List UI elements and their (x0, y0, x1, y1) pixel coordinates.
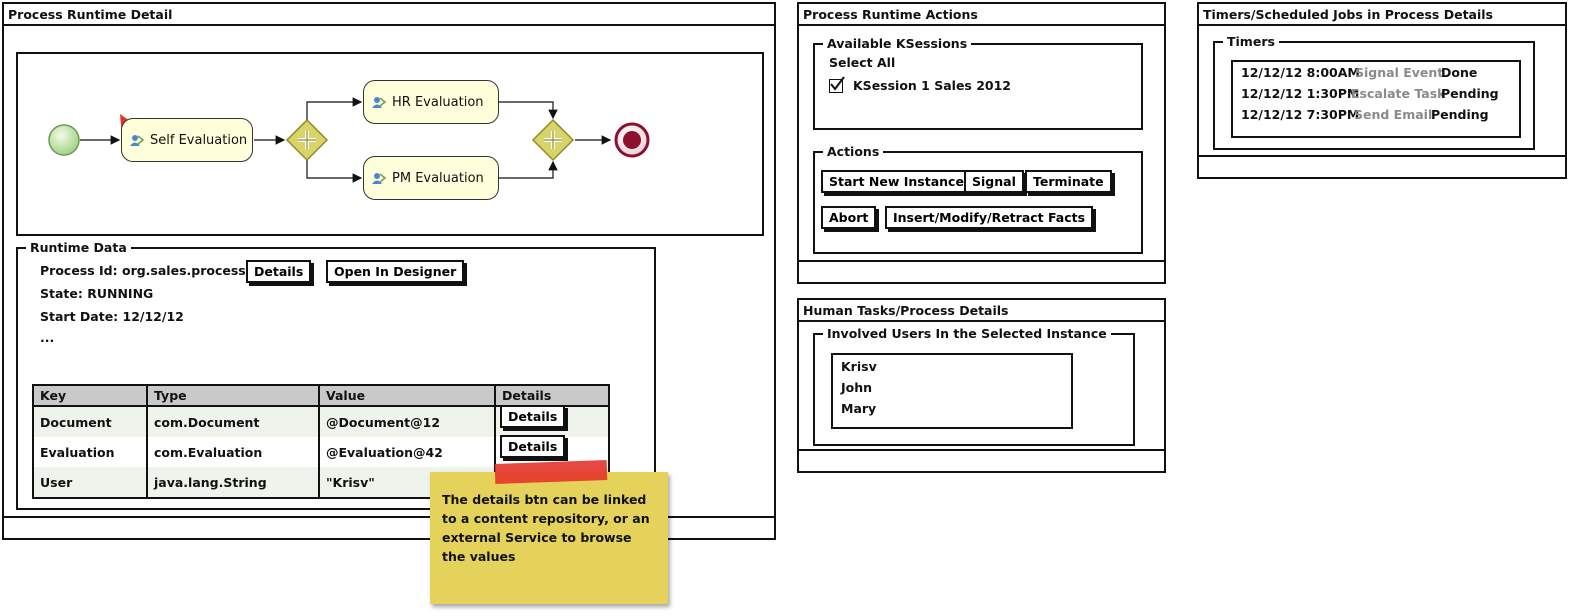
checkmark-icon (830, 76, 845, 91)
timers-list: 12/12/12 8:00AM Signal Event Done 12/12/… (1231, 60, 1521, 138)
row-details-button[interactable]: Details (500, 435, 566, 458)
table-header-row: Key Type Value Details (32, 384, 610, 407)
task-pm-evaluation[interactable]: PM Evaluation (363, 156, 499, 200)
timer-status: Done (1441, 65, 1478, 80)
start-date-text: Start Date: 12/12/12 (40, 309, 184, 324)
task-label: PM Evaluation (392, 170, 484, 186)
involved-users-legend: Involved Users In the Selected Instance (827, 326, 1107, 341)
state-text: State: RUNNING (40, 286, 154, 301)
ksession-checkbox[interactable] (829, 76, 845, 93)
sticky-note: The details btn can be linked to a conte… (430, 460, 668, 604)
open-in-designer-button[interactable]: Open In Designer (326, 260, 465, 283)
details-button[interactable]: Details (246, 260, 312, 283)
cell-key: User (32, 467, 148, 499)
abort-button[interactable]: Abort (821, 206, 877, 229)
process-id-text: Process Id: org.sales.process (40, 263, 246, 278)
select-all-link[interactable]: Select All (829, 55, 895, 70)
task-hr-evaluation[interactable]: HR Evaluation (363, 80, 499, 124)
cell-details: Details (494, 405, 610, 437)
signal-button[interactable]: Signal (964, 170, 1024, 193)
panel-title: Process Runtime Actions (799, 4, 1164, 26)
user-task-icon (130, 135, 144, 146)
panel-title: Human Tasks/Process Details (799, 300, 1164, 322)
note-tape (494, 460, 608, 484)
user-task-icon (372, 97, 386, 108)
actions-legend: Actions (827, 144, 880, 159)
column-header: Key (32, 384, 148, 407)
process-runtime-actions-panel: Process Runtime Actions Available KSessi… (797, 2, 1166, 284)
list-item[interactable]: Mary (841, 401, 876, 416)
cell-type: com.Evaluation (146, 437, 320, 467)
panel-footer (799, 449, 1164, 471)
timer-time: 12/12/12 8:00AM (1241, 65, 1360, 80)
panel-footer (799, 260, 1164, 282)
process-runtime-detail-panel: Process Runtime Detail Self Evaluation H… (2, 2, 776, 540)
task-self-evaluation[interactable]: Self Evaluation (121, 118, 253, 162)
timers-legend: Timers (1227, 34, 1275, 49)
column-header: Type (146, 384, 320, 407)
insert-modify-retract-facts-button[interactable]: Insert/Modify/Retract Facts (885, 206, 1094, 229)
start-new-instance-button[interactable]: Start New Instance (821, 170, 972, 193)
row-details-button[interactable]: Details (500, 405, 566, 428)
panel-footer (1199, 155, 1565, 177)
timer-time: 12/12/12 7:30PM (1241, 107, 1360, 122)
table-row: Document com.Document @Document@12 Detai… (32, 405, 610, 437)
human-tasks-panel: Human Tasks/Process Details Involved Use… (797, 298, 1166, 473)
cell-type: com.Document (146, 406, 320, 437)
timer-status: Pending (1431, 107, 1489, 122)
list-item[interactable]: Krisv (841, 359, 877, 374)
cell-value: @Evaluation@42 (318, 437, 496, 467)
list-item[interactable]: John (841, 380, 872, 395)
ksession-label: KSession 1 Sales 2012 (853, 78, 1012, 93)
task-label: HR Evaluation (392, 94, 484, 110)
timers-panel: Timers/Scheduled Jobs in Process Details… (1197, 2, 1567, 179)
timer-action: Signal Event (1355, 65, 1444, 80)
terminate-button[interactable]: Terminate (1025, 170, 1112, 193)
more-text: ... (40, 330, 55, 345)
process-diagram: Self Evaluation HR Evaluation PM Evaluat… (16, 52, 764, 236)
timer-action: Escalate Task (1351, 86, 1446, 101)
task-label: Self Evaluation (150, 132, 248, 148)
cell-type: java.lang.String (146, 467, 320, 499)
join-gateway (531, 118, 575, 162)
start-event (48, 124, 80, 156)
timer-time: 12/12/12 1:30PM (1241, 86, 1360, 101)
timer-status: Pending (1441, 86, 1499, 101)
runtime-data-legend: Runtime Data (30, 240, 127, 255)
cell-key: Evaluation (32, 437, 148, 467)
ksessions-legend: Available KSessions (827, 36, 968, 51)
timer-action: Send Email (1354, 107, 1433, 122)
actions-group: Actions (813, 144, 1143, 254)
panel-title: Process Runtime Detail (4, 4, 774, 26)
cell-key: Document (32, 406, 148, 437)
cell-value: @Document@12 (318, 406, 496, 437)
split-gateway (285, 118, 329, 162)
column-header: Value (318, 384, 496, 407)
users-list[interactable]: Krisv John Mary (831, 353, 1073, 429)
user-task-icon (372, 173, 386, 184)
note-text: The details btn can be linked to a conte… (442, 492, 650, 564)
end-event (614, 122, 650, 158)
column-header: Details (494, 384, 610, 407)
panel-title: Timers/Scheduled Jobs in Process Details (1199, 4, 1565, 26)
